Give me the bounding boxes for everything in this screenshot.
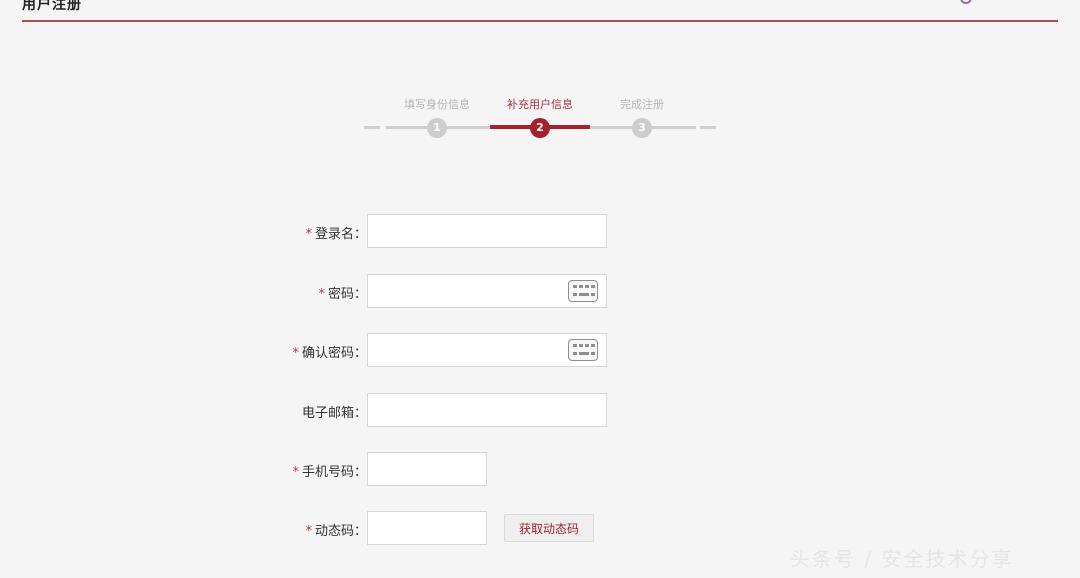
registration-stepper: 填写身份信息 补充用户信息 完成注册 1 2 3 xyxy=(364,94,716,144)
get-dynamic-code-button[interactable]: 获取动态码 xyxy=(504,514,595,542)
required-mark: * xyxy=(318,287,325,302)
step-1-dot: 1 xyxy=(427,118,447,138)
watermark: 头条号 / 安全技术分享 xyxy=(790,547,1014,571)
required-mark: * xyxy=(292,465,299,480)
form-row-dynamic-code: * 动态码： 获取动态码 xyxy=(250,511,700,547)
password-label: * 密码： xyxy=(318,287,367,302)
step-2-label: 补充用户信息 xyxy=(507,98,573,111)
required-mark: * xyxy=(305,227,312,242)
form-row-password: * 密码： xyxy=(250,274,700,310)
stepper-right-dash xyxy=(700,126,716,129)
keyboard-icon[interactable] xyxy=(568,339,598,361)
keyboard-icon[interactable] xyxy=(568,280,598,302)
step-1-label: 填写身份信息 xyxy=(404,98,470,111)
phone-input[interactable] xyxy=(367,452,487,486)
email-input[interactable] xyxy=(367,393,607,427)
form-row-email: 电子邮箱： xyxy=(250,393,700,429)
required-mark: * xyxy=(292,346,299,361)
form-row-phone: * 手机号码： xyxy=(250,452,700,488)
login-name-label: * 登录名： xyxy=(305,227,367,242)
confirm-password-label: * 确认密码： xyxy=(292,346,367,361)
phone-label: * 手机号码： xyxy=(292,465,367,480)
circle-icon[interactable] xyxy=(960,0,972,4)
email-label: 电子邮箱： xyxy=(301,406,367,421)
form-row-login-name: * 登录名： xyxy=(250,214,700,250)
stepper-left-dash xyxy=(364,126,380,129)
form-row-confirm-password: * 确认密码： xyxy=(250,333,700,369)
required-mark: * xyxy=(305,524,312,539)
step-2-dot: 2 xyxy=(530,118,550,138)
dynamic-code-label: * 动态码： xyxy=(305,524,367,539)
page-title: 用户注册 xyxy=(22,0,82,13)
step-3-label: 完成注册 xyxy=(620,98,664,111)
step-3-dot: 3 xyxy=(632,118,652,138)
registration-page: 用户注册 填写身份信息 补充用户信息 完成注册 1 2 3 * 登录名： * 密码：… xyxy=(0,0,1080,578)
dynamic-code-input[interactable] xyxy=(367,511,487,545)
login-name-input[interactable] xyxy=(367,214,607,248)
page-header: 用户注册 xyxy=(22,0,1058,22)
